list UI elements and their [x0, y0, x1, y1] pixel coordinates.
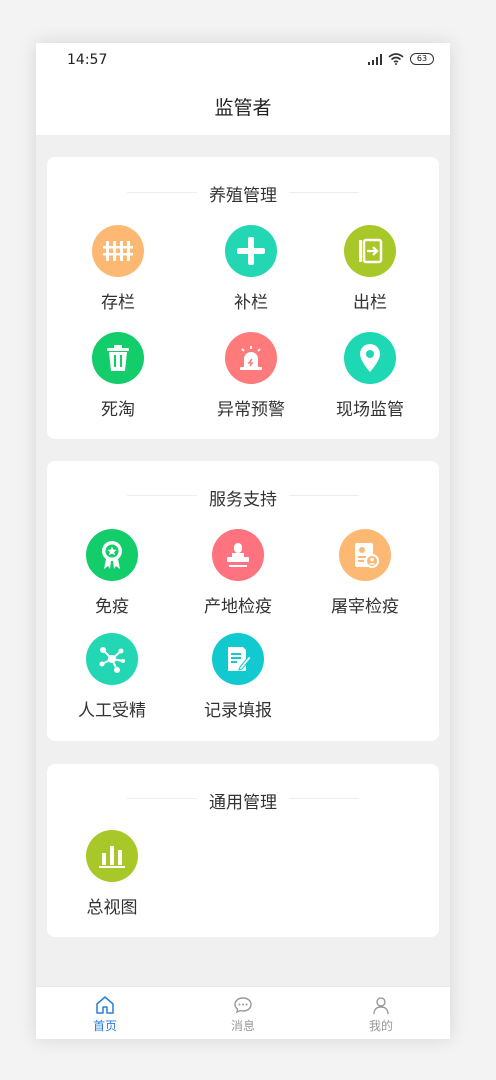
menu-item-label: 补栏 [234, 293, 268, 313]
section-general-management: 通用管理 总视图 [47, 764, 439, 937]
fence-icon [92, 225, 144, 277]
edit-document-icon [212, 633, 264, 685]
menu-item-immunization[interactable]: 免疫 [57, 529, 167, 617]
tab-label: 消息 [230, 1019, 255, 1033]
tab-profile[interactable]: 我的 [312, 987, 450, 1039]
stamp-icon [212, 529, 264, 581]
wifi-icon [388, 53, 404, 65]
exit-box-icon [344, 225, 396, 277]
menu-item-label: 总视图 [86, 898, 138, 918]
tab-label: 我的 [368, 1019, 393, 1033]
section-title: 通用管理 [209, 793, 277, 813]
menu-item-label: 异常预警 [217, 400, 285, 420]
tab-home[interactable]: 首页 [36, 987, 174, 1039]
status-time: 14:57 [67, 52, 108, 68]
status-bar: 14:57 63 [36, 43, 450, 77]
menu-item-site-supervision[interactable]: 现场监管 [315, 332, 425, 420]
menu-item-record-filing[interactable]: 记录填报 [183, 633, 293, 721]
menu-item-label: 产地检疫 [204, 597, 272, 617]
page-title: 监管者 [214, 96, 272, 119]
molecule-icon [86, 633, 138, 685]
location-pin-icon [344, 332, 396, 384]
menu-item-slaughter-quarantine[interactable]: 屠宰检疫 [310, 529, 420, 617]
menu-item-restock[interactable]: 补栏 [196, 225, 306, 313]
menu-item-origin-quarantine[interactable]: 产地检疫 [183, 529, 293, 617]
plus-icon [225, 225, 277, 277]
menu-item-overview[interactable]: 总视图 [57, 830, 167, 918]
menu-item-label: 现场监管 [336, 400, 404, 420]
signal-icon [368, 53, 382, 65]
message-icon [234, 997, 252, 1014]
menu-item-culling[interactable]: 死淘 [63, 332, 173, 420]
menu-item-label: 死淘 [101, 400, 135, 420]
section-breeding-management: 养殖管理 存栏 补栏 出栏 死淘 异常预警 现场监管 [47, 157, 439, 439]
title-bar: 监管者 [36, 77, 450, 135]
tab-messages[interactable]: 消息 [174, 987, 312, 1039]
menu-item-stock[interactable]: 存栏 [63, 225, 173, 313]
menu-item-label: 免疫 [95, 597, 129, 617]
menu-item-abnormal-alert[interactable]: 异常预警 [196, 332, 306, 420]
menu-item-label: 存栏 [101, 293, 135, 313]
section-title: 服务支持 [209, 490, 277, 510]
menu-item-outbound[interactable]: 出栏 [315, 225, 425, 313]
trash-icon [92, 332, 144, 384]
tab-label: 首页 [92, 1019, 117, 1033]
alarm-icon [225, 332, 277, 384]
certificate-icon [339, 529, 391, 581]
menu-item-label: 出栏 [353, 293, 387, 313]
section-title: 养殖管理 [209, 186, 277, 206]
badge-icon [86, 529, 138, 581]
section-service-support: 服务支持 免疫 产地检疫 屠宰检疫 人工受精 记录填报 [47, 461, 439, 741]
home-icon [96, 996, 114, 1014]
battery-icon: 63 [410, 53, 434, 65]
bar-chart-icon [86, 830, 138, 882]
phone-screen: 14:57 63 监管者 养殖管理 存栏 补栏 出栏 死淘 异常预警 现场监管 … [36, 43, 450, 1039]
menu-item-label: 屠宰检疫 [331, 597, 399, 617]
system-icons: 63 [368, 53, 434, 65]
menu-item-label: 人工受精 [78, 701, 146, 721]
bottom-tab-bar: 首页 消息 我的 [36, 986, 450, 1039]
menu-item-label: 记录填报 [204, 701, 272, 721]
menu-item-artificial-insemination[interactable]: 人工受精 [57, 633, 167, 721]
user-icon [373, 997, 389, 1015]
